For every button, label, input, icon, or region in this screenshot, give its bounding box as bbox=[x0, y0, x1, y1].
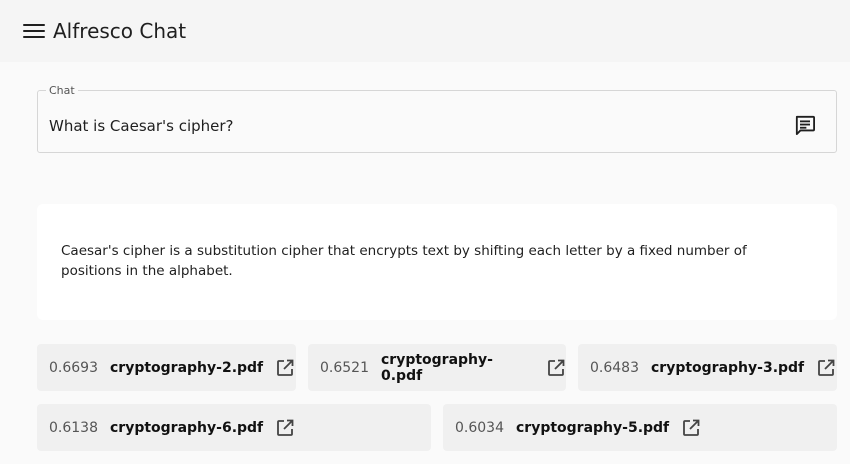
chat-field: Chat bbox=[37, 84, 837, 153]
source-score: 0.6034 bbox=[455, 419, 504, 436]
source-chip: 0.6138 cryptography-6.pdf bbox=[37, 404, 431, 451]
source-score: 0.6693 bbox=[49, 359, 98, 376]
open-in-new-icon[interactable] bbox=[816, 358, 836, 378]
app-title: Alfresco Chat bbox=[53, 19, 187, 43]
chat-label: Chat bbox=[46, 84, 78, 97]
menu-icon[interactable] bbox=[23, 23, 45, 39]
open-in-new-icon[interactable] bbox=[546, 358, 566, 378]
source-file: cryptography-2.pdf bbox=[110, 359, 264, 376]
source-file: cryptography-0.pdf bbox=[381, 351, 493, 384]
source-file: cryptography-5.pdf bbox=[516, 419, 670, 436]
chat-input[interactable] bbox=[49, 113, 769, 139]
source-score: 0.6521 bbox=[320, 359, 369, 376]
answer-card: Caesar's cipher is a substitution cipher… bbox=[37, 204, 837, 320]
answer-text: Caesar's cipher is a substitution cipher… bbox=[61, 243, 747, 279]
open-in-new-icon[interactable] bbox=[275, 358, 295, 378]
source-score: 0.6138 bbox=[49, 419, 98, 436]
source-chip: 0.6483 cryptography-3.pdf bbox=[578, 344, 837, 391]
source-chip: 0.6034 cryptography-5.pdf bbox=[443, 404, 837, 451]
source-chip: 0.6521 cryptography-0.pdf bbox=[308, 344, 566, 391]
source-score: 0.6483 bbox=[590, 359, 639, 376]
chat-bubble-icon[interactable] bbox=[794, 115, 816, 135]
source-chip: 0.6693 cryptography-2.pdf bbox=[37, 344, 296, 391]
open-in-new-icon[interactable] bbox=[275, 418, 295, 438]
source-file: cryptography-3.pdf bbox=[651, 359, 805, 376]
app-bar: Alfresco Chat bbox=[0, 0, 850, 62]
source-file: cryptography-6.pdf bbox=[110, 419, 264, 436]
open-in-new-icon[interactable] bbox=[681, 418, 701, 438]
